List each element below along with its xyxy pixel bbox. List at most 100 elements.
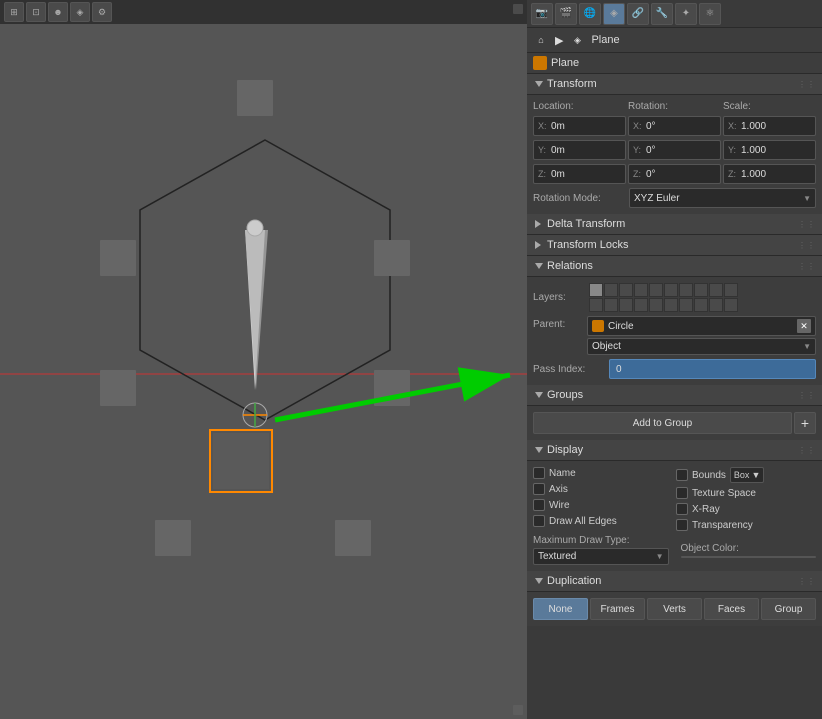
toolbar-icon-modifiers[interactable]: 🔧 (651, 3, 673, 25)
rotation-x-field[interactable]: X: 0° (628, 116, 721, 136)
add-to-group-button[interactable]: Add to Group (533, 412, 792, 434)
scale-z-field[interactable]: Z: 1.000 (723, 164, 816, 184)
object-type-icon (533, 56, 547, 70)
transparency-checkbox[interactable] (676, 519, 688, 531)
toolbar-icon-object[interactable]: ◈ (603, 3, 625, 25)
transparency-label: Transparency (692, 520, 753, 531)
layer-btn-19[interactable] (709, 298, 723, 312)
viewport-resize-corner[interactable] (513, 4, 523, 14)
layer-btn-13[interactable] (619, 298, 633, 312)
breadcrumb-arrow: ▶ (555, 34, 563, 47)
dup-group-btn[interactable]: Group (761, 598, 816, 620)
location-y-field[interactable]: Y: 0m (533, 140, 626, 160)
layer-btn-12[interactable] (604, 298, 618, 312)
dup-none-btn[interactable]: None (533, 598, 588, 620)
transform-locks-label: Transform Locks (547, 239, 629, 251)
layer-btn-3[interactable] (619, 283, 633, 297)
dup-group-label: Group (775, 604, 803, 615)
max-draw-type-dropdown[interactable]: Textured ▼ (533, 548, 669, 565)
scale-y-label: Y: (728, 145, 738, 155)
draw-all-edges-checkbox-row: Draw All Edges (533, 515, 673, 527)
layer-btn-10[interactable] (724, 283, 738, 297)
dup-verts-btn[interactable]: Verts (647, 598, 702, 620)
name-checkbox-row: Name (533, 467, 673, 479)
dup-faces-btn[interactable]: Faces (704, 598, 759, 620)
pass-index-value: 0 (616, 364, 622, 375)
rotation-mode-label: Rotation Mode: (533, 193, 623, 204)
transform-section-header[interactable]: Transform ⋮⋮ (527, 74, 822, 95)
layer-btn-17[interactable] (679, 298, 693, 312)
axis-checkbox-row: Axis (533, 483, 673, 495)
name-checkbox[interactable] (533, 467, 545, 479)
wire-checkbox[interactable] (533, 499, 545, 511)
toolbar-icon-constraints[interactable]: 🔗 (627, 3, 649, 25)
toolbar-icon-particles[interactable]: ✦ (675, 3, 697, 25)
bounds-checkbox[interactable] (676, 469, 688, 481)
transform-collapse-icon (535, 81, 543, 87)
duplication-section-header[interactable]: Duplication ⋮⋮ (527, 571, 822, 592)
rotation-z-field[interactable]: Z: 0° (628, 164, 721, 184)
viewport-3d[interactable]: ⊞ ⊡ ☻ ◈ ⚙ (0, 0, 527, 719)
rotation-y-field[interactable]: Y: 0° (628, 140, 721, 160)
layer-btn-6[interactable] (664, 283, 678, 297)
loc-y-value: 0m (551, 145, 565, 156)
viewport-corner-handle[interactable] (513, 705, 523, 715)
layer-btn-4[interactable] (634, 283, 648, 297)
groups-label: Groups (547, 389, 583, 401)
delta-transform-section-header[interactable]: Delta Transform ⋮⋮ (527, 214, 822, 235)
dup-verts-label: Verts (663, 604, 686, 615)
layer-btn-7[interactable] (679, 283, 693, 297)
properties-toolbar: 📷 🎬 🌐 ◈ 🔗 🔧 ✦ ⚛ (527, 0, 822, 28)
display-section-header[interactable]: Display ⋮⋮ (527, 440, 822, 461)
rotation-label: Rotation: (628, 101, 721, 112)
breadcrumb-bar: ⌂ ▶ ◈ Plane (527, 28, 822, 53)
loc-z-label: Z: (538, 169, 548, 179)
max-draw-type-value: Textured (538, 551, 576, 562)
loc-x-label: X: (538, 121, 548, 131)
toolbar-icon-world[interactable]: 🌐 (579, 3, 601, 25)
scale-y-value: 1.000 (741, 145, 766, 156)
object-color-swatch[interactable] (681, 556, 817, 558)
relations-label: Relations (547, 260, 593, 272)
draw-all-edges-checkbox[interactable] (533, 515, 545, 527)
toolbar-icon-physics[interactable]: ⚛ (699, 3, 721, 25)
relations-collapse-icon (535, 263, 543, 269)
scale-x-label: X: (728, 121, 738, 131)
layer-btn-8[interactable] (694, 283, 708, 297)
layer-btn-16[interactable] (664, 298, 678, 312)
layer-btn-5[interactable] (649, 283, 663, 297)
parent-clear-btn[interactable]: ✕ (797, 319, 811, 333)
dup-frames-btn[interactable]: Frames (590, 598, 645, 620)
texture-space-checkbox[interactable] (676, 487, 688, 499)
location-z-field[interactable]: Z: 0m (533, 164, 626, 184)
pass-index-field[interactable]: 0 (609, 359, 816, 379)
scale-y-field[interactable]: Y: 1.000 (723, 140, 816, 160)
layer-btn-2[interactable] (604, 283, 618, 297)
scale-x-field[interactable]: X: 1.000 (723, 116, 816, 136)
bounds-type-dropdown[interactable]: Box ▼ (730, 467, 764, 483)
relations-content: Layers: (527, 277, 822, 385)
rotation-mode-dropdown[interactable]: XYZ Euler ▼ (629, 188, 816, 208)
layer-btn-11[interactable] (589, 298, 603, 312)
transform-locks-section-header[interactable]: Transform Locks ⋮⋮ (527, 235, 822, 256)
axis-checkbox[interactable] (533, 483, 545, 495)
duplication-dots: ⋮⋮ (798, 577, 816, 586)
add-group-plus-button[interactable]: + (794, 412, 816, 434)
parent-field[interactable]: Circle ✕ (587, 316, 816, 336)
layer-btn-1[interactable] (589, 283, 603, 297)
toolbar-icon-render[interactable]: 📷 (531, 3, 553, 25)
parent-type-dropdown[interactable]: Object ▼ (587, 338, 816, 355)
toolbar-icon-scene[interactable]: 🎬 (555, 3, 577, 25)
layer-btn-20[interactable] (724, 298, 738, 312)
duplication-content: None Frames Verts Faces Group (527, 592, 822, 626)
bounds-type-value: Box (734, 470, 750, 480)
location-x-field[interactable]: X: 0m (533, 116, 626, 136)
layer-btn-18[interactable] (694, 298, 708, 312)
layer-btn-9[interactable] (709, 283, 723, 297)
x-ray-checkbox[interactable] (676, 503, 688, 515)
relations-section-header[interactable]: Relations ⋮⋮ (527, 256, 822, 277)
layer-btn-15[interactable] (649, 298, 663, 312)
rot-x-label: X: (633, 121, 643, 131)
groups-section-header[interactable]: Groups ⋮⋮ (527, 385, 822, 406)
layer-btn-14[interactable] (634, 298, 648, 312)
